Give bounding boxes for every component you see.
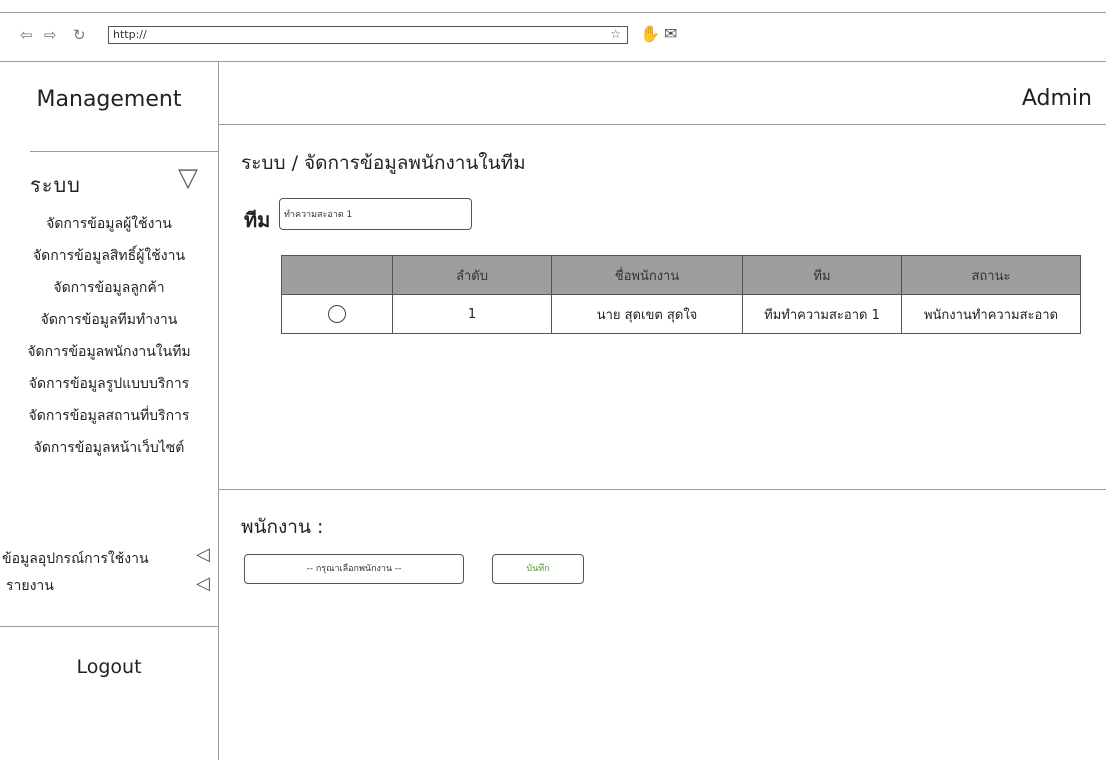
breadcrumb: ระบบ / จัดการข้อมูลพนักงานในทีม <box>241 152 526 174</box>
address-text: http:// <box>113 28 147 41</box>
sidebar-section-system[interactable]: ระบบ <box>30 169 81 201</box>
table-header-row: ลำดับ ชื่อพนักงาน ทีม สถานะ <box>281 255 1081 295</box>
header-divider <box>218 124 1106 125</box>
logout-link[interactable]: Logout <box>0 656 218 678</box>
column-header-status: สถานะ <box>901 255 1081 295</box>
team-field-value: ทำความสะอาด 1 <box>284 210 353 220</box>
column-header-team: ทีม <box>742 255 902 295</box>
sidebar-item-website-pages[interactable]: จัดการข้อมูลหน้าเว็บไซต์ <box>0 437 218 459</box>
row-radio-button[interactable] <box>328 305 346 323</box>
address-bar[interactable]: http:// ☆ <box>108 26 628 44</box>
team-label: ทีม <box>244 208 271 232</box>
back-arrow-icon[interactable]: ⇦ <box>20 27 33 43</box>
row-select-cell[interactable] <box>281 294 393 334</box>
section-divider <box>218 489 1106 490</box>
sidebar-item-service-types[interactable]: จัดการข้อมูลรูปแบบบริการ <box>0 373 218 395</box>
employee-select[interactable]: -- กรุณาเลือกพนักงาน -- <box>244 554 464 584</box>
star-icon[interactable]: ☆ <box>610 27 621 41</box>
team-field[interactable]: ทำความสะอาด 1 <box>279 198 472 230</box>
employee-label: พนักงาน : <box>241 516 324 538</box>
sidebar-title: Management <box>36 87 182 112</box>
sidebar-divider <box>30 151 218 152</box>
employee-name-cell: นาย สุดเขต สุดใจ <box>551 294 743 334</box>
table-row[interactable]: 1 นาย สุดเขต สุดใจ ทีมทำความสะอาด 1 พนัก… <box>281 294 1081 334</box>
reload-icon[interactable]: ↻ <box>73 27 86 43</box>
order-cell: 1 <box>392 294 552 334</box>
section-toggle-icon[interactable]: ▽ <box>178 165 198 191</box>
sidebar-item-equipment[interactable]: ข้อมูลอุปกรณ์การใช้งาน <box>2 548 149 570</box>
sidebar-divider <box>0 626 218 627</box>
sidebar-item-customers[interactable]: จัดการข้อมูลลูกค้า <box>0 277 218 299</box>
column-header-employee-name: ชื่อพนักงาน <box>551 255 743 295</box>
sidebar-item-teams[interactable]: จัดการข้อมูลทีมทำงาน <box>0 309 218 331</box>
team-cell: ทีมทำความสะอาด 1 <box>742 294 902 334</box>
sidebar-item-team-employees[interactable]: จัดการข้อมูลพนักงานในทีม <box>0 341 218 363</box>
sidebar-item-users[interactable]: จัดการข้อมูลผู้ใช้งาน <box>0 213 218 235</box>
column-header-order: ลำดับ <box>392 255 552 295</box>
sidebar-item-service-locations[interactable]: จัดการข้อมูลสถานที่บริการ <box>0 405 218 427</box>
extension-hand-icon[interactable]: ✋ <box>640 25 660 43</box>
sidebar-item-user-permissions[interactable]: จัดการข้อมูลสิทธิ์ผู้ใช้งาน <box>0 245 218 267</box>
browser-toolbar: ⇦ ⇨ ↻ http:// ☆ ✋ ✉ <box>0 12 1106 62</box>
current-user-label[interactable]: Admin <box>1022 86 1092 111</box>
forward-arrow-icon[interactable]: ⇨ <box>44 27 57 43</box>
expand-left-icon[interactable]: ◁ <box>196 546 210 564</box>
save-button[interactable]: บันทึก <box>492 554 584 584</box>
employee-table: ลำดับ ชื่อพนักงาน ทีม สถานะ 1 นาย สุดเขต… <box>281 255 1081 334</box>
sidebar-item-reports[interactable]: รายงาน <box>6 575 54 597</box>
column-header-select <box>281 255 393 295</box>
status-cell: พนักงานทำความสะอาด <box>901 294 1081 334</box>
mail-icon[interactable]: ✉ <box>664 25 677 43</box>
sidebar: Management ระบบ ▽ จัดการข้อมูลผู้ใช้งาน … <box>0 61 219 760</box>
expand-left-icon[interactable]: ◁ <box>196 575 210 593</box>
